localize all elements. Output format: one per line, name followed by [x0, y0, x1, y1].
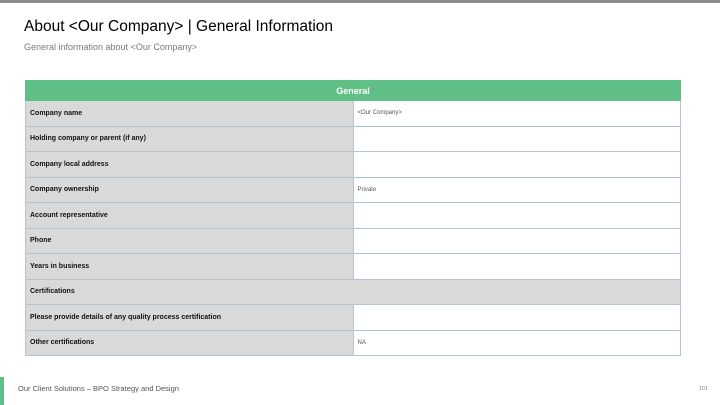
- row-label: Years in business: [25, 253, 354, 280]
- row-label: Account representative: [25, 202, 354, 229]
- row-value[interactable]: [352, 125, 681, 152]
- row-label: Company local address: [25, 151, 354, 178]
- row-value[interactable]: Private: [352, 176, 681, 203]
- page-title: About <Our Company> | General Informatio…: [24, 18, 334, 35]
- footer-text: Our Client Solutions – BPO Strategy and …: [18, 384, 179, 393]
- table-row: Other certifications NA: [25, 329, 681, 356]
- row-label: Phone: [25, 227, 354, 254]
- page-subtitle: General information about <Our Company>: [24, 42, 198, 52]
- row-value[interactable]: <Our Company>: [352, 100, 681, 127]
- table-row: Company name <Our Company>: [25, 100, 681, 127]
- section-label-certifications: Certifications: [25, 278, 681, 305]
- page-number: 101: [698, 386, 708, 392]
- row-value[interactable]: NA: [352, 329, 681, 356]
- table-header: General: [25, 80, 681, 101]
- table-row: Holding company or parent (if any): [25, 125, 681, 152]
- table-row: Company local address: [25, 151, 681, 178]
- row-label: Other certifications: [25, 329, 354, 356]
- row-value[interactable]: [352, 227, 681, 254]
- row-label: Please provide details of any quality pr…: [25, 304, 354, 331]
- row-label: Company ownership: [25, 176, 354, 203]
- table-row: Company ownership Private: [25, 176, 681, 203]
- table-row: Phone: [25, 227, 681, 254]
- footer-accent-bar: [0, 377, 4, 405]
- row-value[interactable]: [352, 304, 681, 331]
- top-rule: [0, 0, 720, 3]
- section-row: Certifications: [25, 278, 681, 305]
- table-header-row: General: [25, 80, 681, 101]
- row-value[interactable]: [352, 253, 681, 280]
- table-row: Please provide details of any quality pr…: [25, 304, 681, 331]
- row-value[interactable]: [352, 202, 681, 229]
- row-value[interactable]: [352, 151, 681, 178]
- row-label: Company name: [25, 100, 354, 127]
- general-info-table: General Company name <Our Company> Holdi…: [25, 80, 681, 356]
- table-row: Years in business: [25, 253, 681, 280]
- table-row: Account representative: [25, 202, 681, 229]
- row-label: Holding company or parent (if any): [25, 125, 354, 152]
